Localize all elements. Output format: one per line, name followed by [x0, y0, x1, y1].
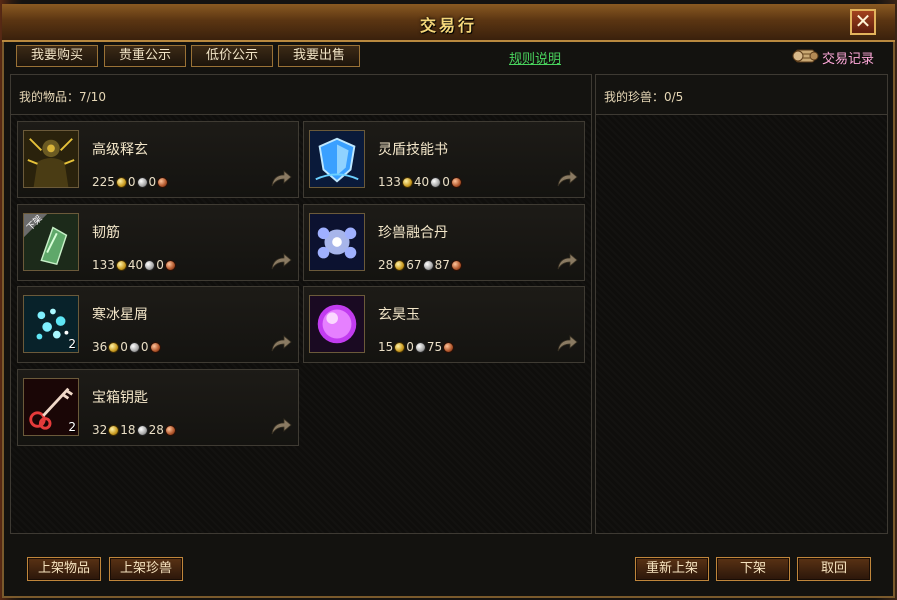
sell-arrow-icon[interactable]: [556, 170, 578, 188]
sell-arrow-icon[interactable]: [270, 418, 292, 436]
ice-stardust-icon: 2: [23, 295, 79, 353]
copper-amount: 0: [140, 340, 149, 354]
gold-amount: 133: [378, 175, 401, 189]
gold-amount: 36: [92, 340, 108, 354]
copper-amount: 0: [442, 175, 450, 189]
gold-amount: 15: [378, 340, 394, 354]
item-name: 寒冰星屑: [92, 307, 148, 323]
tab-valuable-notice[interactable]: 贵重公示: [104, 45, 186, 67]
item-slot[interactable]: 珍兽融合丹 28 67 87: [303, 204, 585, 281]
item-name: 玄昊玉: [378, 307, 420, 323]
silver-amount: 67: [406, 258, 422, 272]
item-slot[interactable]: 2 寒冰星屑 36 0 0: [17, 286, 299, 363]
purple-jade-icon: [309, 295, 365, 353]
treasure-key-icon: 2: [23, 378, 79, 436]
trade-records-label: 交易记录: [822, 52, 875, 67]
item-price: 36 0 0: [92, 340, 162, 354]
rules-link[interactable]: 规则说明: [509, 48, 561, 67]
gold-coin-icon: [108, 342, 120, 353]
close-button[interactable]: ✕: [850, 9, 876, 35]
copper-amount: 28: [148, 423, 164, 437]
tendon-icon: 下架: [23, 213, 79, 271]
copper-coin-icon: [149, 342, 161, 353]
warrior-icon: [23, 130, 79, 188]
copper-coin-icon: [157, 177, 169, 188]
gold-coin-icon: [401, 177, 413, 188]
copper-amount: 75: [426, 340, 443, 354]
list-item-button[interactable]: 上架物品: [27, 557, 101, 581]
item-name: 韧筋: [92, 225, 120, 241]
silver-coin-icon: [144, 260, 156, 271]
item-price: 15 0 75: [378, 340, 455, 354]
item-price: 133 40 0: [378, 175, 463, 189]
item-quantity: 2: [68, 337, 76, 351]
item-price: 133 40 0: [92, 258, 177, 272]
sell-arrow-icon[interactable]: [556, 335, 578, 353]
silver-coin-icon: [414, 342, 426, 353]
item-slot[interactable]: 2 宝箱钥匙 32 18 28: [17, 369, 299, 446]
copper-coin-icon: [164, 260, 176, 271]
item-price: 32 18 28: [92, 423, 177, 437]
item-name: 宝箱钥匙: [92, 390, 148, 406]
item-quantity: 2: [68, 420, 76, 434]
delist-button[interactable]: 下架: [716, 557, 790, 581]
item-slot[interactable]: 玄昊玉 15 0 75: [303, 286, 585, 363]
gold-amount: 225: [92, 175, 115, 189]
gold-amount: 32: [92, 423, 108, 437]
copper-coin-icon: [443, 342, 455, 353]
silver-coin-icon: [430, 177, 442, 188]
sell-arrow-icon[interactable]: [270, 335, 292, 353]
retrieve-button[interactable]: 取回: [797, 557, 871, 581]
silver-amount: 18: [120, 423, 136, 437]
gold-coin-icon: [115, 177, 127, 188]
silver-coin-icon: [136, 425, 148, 436]
sell-arrow-icon[interactable]: [270, 253, 292, 271]
gold-coin-icon: [108, 425, 120, 436]
sell-arrow-icon[interactable]: [270, 170, 292, 188]
item-slot[interactable]: 下架 韧筋 133 40 0: [17, 204, 299, 281]
silver-coin-icon: [128, 342, 140, 353]
item-name: 高级释玄: [92, 142, 148, 158]
relist-button[interactable]: 重新上架: [635, 557, 709, 581]
my-items-count: 我的物品：7/10: [19, 90, 106, 104]
item-slot[interactable]: 灵盾技能书 133 40 0: [303, 121, 585, 198]
gold-amount: 133: [92, 258, 115, 272]
copper-coin-icon: [450, 260, 462, 271]
gold-amount: 28: [378, 258, 394, 272]
silver-coin-icon: [136, 177, 148, 188]
tab-lowprice-notice[interactable]: 低价公示: [191, 45, 273, 67]
silver-amount: 0: [127, 175, 136, 189]
tab-buy[interactable]: 我要购买: [16, 45, 98, 67]
my-pets-panel: 我的珍兽：0/5: [595, 74, 888, 534]
fusion-pill-icon: [309, 213, 365, 271]
copper-amount: 0: [148, 175, 157, 189]
my-pets-count: 我的珍兽：0/5: [604, 90, 684, 104]
silver-coin-icon: [422, 260, 434, 271]
silver-amount: 0: [406, 340, 414, 354]
item-price: 225 0 0: [92, 175, 169, 189]
silver-amount: 40: [127, 258, 144, 272]
item-slot[interactable]: 高级释玄 225 0 0: [17, 121, 299, 198]
gold-coin-icon: [115, 260, 127, 271]
copper-amount: 0: [156, 258, 164, 272]
gold-coin-icon: [394, 342, 406, 353]
list-pet-button[interactable]: 上架珍兽: [109, 557, 183, 581]
silver-amount: 40: [413, 175, 430, 189]
copper-coin-icon: [450, 177, 462, 188]
scroll-icon: [792, 49, 819, 63]
sell-arrow-icon[interactable]: [556, 253, 578, 271]
copper-coin-icon: [164, 425, 176, 436]
gold-coin-icon: [394, 260, 406, 271]
shield-skill-book-icon: [309, 130, 365, 188]
item-name: 灵盾技能书: [378, 142, 448, 158]
item-name: 珍兽融合丹: [378, 225, 448, 241]
silver-amount: 0: [120, 340, 128, 354]
trade-records-button[interactable]: 交易记录: [792, 44, 884, 68]
copper-amount: 87: [434, 258, 450, 272]
my-pets-header: 我的珍兽：0/5: [596, 75, 887, 115]
tab-sell[interactable]: 我要出售: [278, 45, 360, 67]
window-title: 交易行: [419, 16, 477, 35]
my-items-header: 我的物品：7/10: [11, 75, 591, 115]
item-price: 28 67 87: [378, 258, 463, 272]
